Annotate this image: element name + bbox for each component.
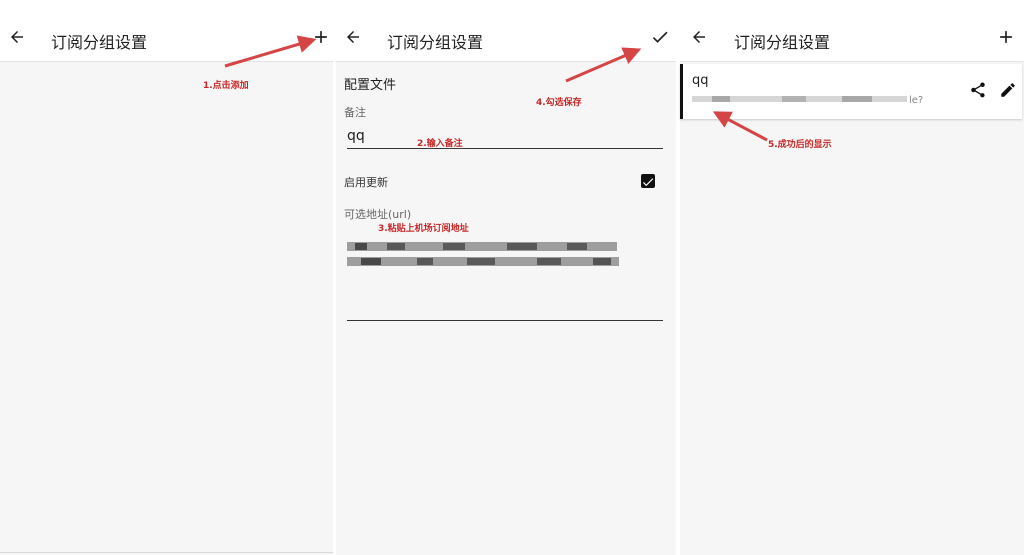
card-title: qq — [692, 73, 709, 88]
divider — [0, 552, 333, 553]
share-icon[interactable] — [969, 81, 987, 99]
url-label: 可选地址(url) — [344, 208, 412, 221]
check-icon[interactable] — [650, 27, 670, 47]
screen-empty-list: 订阅分组设置 — [0, 0, 333, 555]
form: 配置文件 备注 qq 启用更新 可选地址(url) — [336, 62, 676, 555]
plus-icon[interactable] — [996, 27, 1016, 47]
screen-edit-form: 订阅分组设置 配置文件 备注 qq 启用更新 可选地址(url) — [336, 0, 676, 555]
subscription-card[interactable]: qq le? — [680, 64, 1022, 119]
screen-list-result: 订阅分组设置 qq le? — [680, 0, 1024, 555]
url-input-underline — [347, 320, 663, 321]
card-subtitle: le? — [909, 95, 924, 106]
page-title: 订阅分组设置 — [51, 33, 148, 52]
remark-input[interactable]: qq — [347, 128, 365, 144]
enable-update-checkbox[interactable] — [641, 174, 655, 188]
arrow-left-icon[interactable] — [690, 28, 708, 46]
app-bar: 订阅分组设置 — [680, 0, 1024, 62]
page-title: 订阅分组设置 — [734, 33, 831, 52]
redacted-url-text — [347, 242, 619, 266]
url-input[interactable] — [347, 240, 627, 270]
section-title: 配置文件 — [344, 78, 397, 93]
page-title: 订阅分组设置 — [387, 33, 484, 52]
app-bar: 订阅分组设置 — [336, 0, 676, 62]
app-bar: 订阅分组设置 — [0, 0, 333, 62]
remark-input-underline — [347, 148, 663, 149]
plus-icon[interactable] — [311, 27, 331, 47]
arrow-left-icon[interactable] — [344, 28, 362, 46]
arrow-left-icon[interactable] — [8, 28, 26, 46]
redacted-url-text — [692, 96, 907, 102]
check-icon — [642, 178, 654, 187]
remark-label: 备注 — [344, 106, 366, 119]
enable-update-label: 启用更新 — [344, 176, 388, 189]
pencil-icon[interactable] — [999, 81, 1017, 99]
